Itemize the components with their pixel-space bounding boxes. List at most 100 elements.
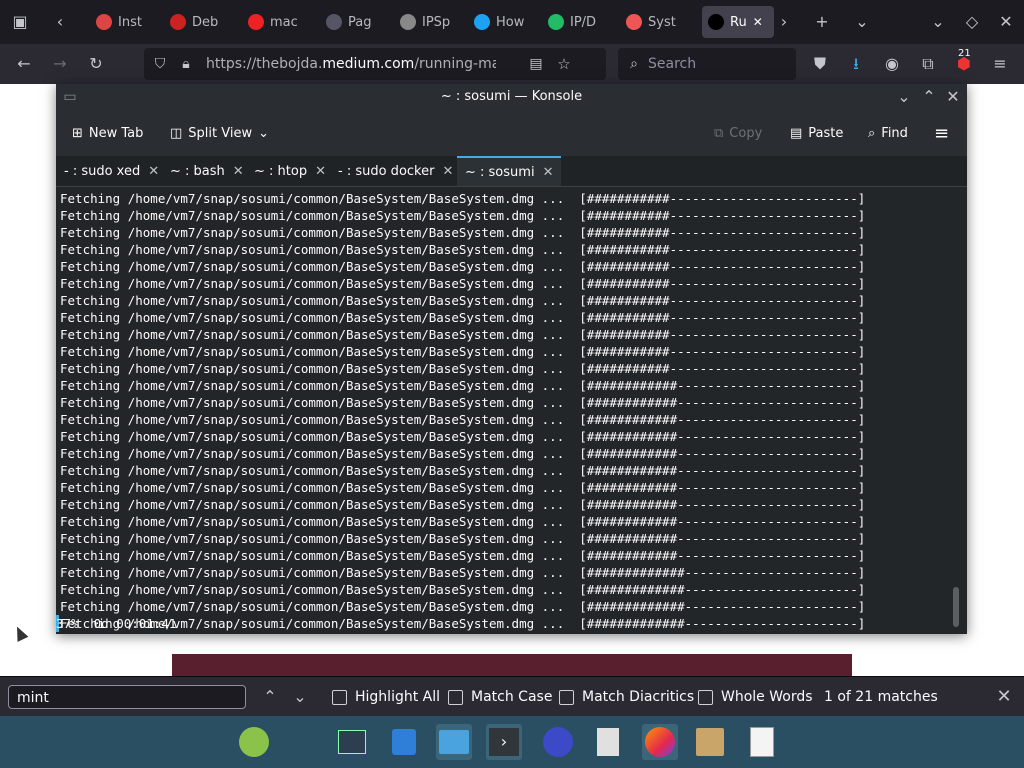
menu-icon[interactable]: ≡ bbox=[988, 52, 1012, 76]
document-icon[interactable] bbox=[590, 724, 626, 760]
konsole-tab[interactable]: - : sudo docker ✕ bbox=[330, 156, 461, 186]
browser-tab[interactable]: IPSp bbox=[400, 6, 462, 38]
find-button[interactable]: ⌕ Find bbox=[868, 118, 908, 148]
scroll-right-icon[interactable]: › bbox=[772, 10, 796, 34]
back-icon[interactable]: ← bbox=[12, 52, 36, 76]
whole-words-checkbox[interactable]: Whole Words bbox=[698, 689, 813, 705]
new-tab-button[interactable]: ⊞ New Tab bbox=[72, 118, 143, 148]
browser-tab[interactable]: Inst bbox=[96, 6, 158, 38]
tab-favicon-icon bbox=[626, 14, 642, 30]
konsole-tab[interactable]: ~ : bash ✕ bbox=[162, 156, 252, 186]
hamburger-menu-icon[interactable]: ≡ bbox=[934, 118, 949, 148]
tab-close-icon[interactable]: ✕ bbox=[543, 165, 554, 180]
mint-menu-icon[interactable] bbox=[236, 724, 272, 760]
files-icon[interactable] bbox=[436, 724, 472, 760]
match-diacritics-checkbox[interactable]: Match Diacritics bbox=[559, 689, 694, 705]
terminal-icon[interactable]: › bbox=[486, 724, 522, 760]
find-input[interactable]: mint bbox=[8, 685, 246, 709]
scrollbar[interactable] bbox=[953, 587, 959, 627]
account-icon[interactable]: ◉ bbox=[880, 52, 904, 76]
browser-tab[interactable]: Deb bbox=[170, 6, 232, 38]
terminal-line: Fetching /home/vm7/snap/sosumi/common/Ba… bbox=[60, 259, 866, 274]
search-input[interactable]: ⌕ Search bbox=[618, 48, 796, 80]
terminal-line: Fetching /home/vm7/snap/sosumi/common/Ba… bbox=[60, 429, 866, 444]
konsole-toolbar: ⊞ New Tab ◫ Split View ⌄ ⧉ Copy ▤ Paste ⌕ Find… bbox=[56, 110, 967, 156]
highlight-all-checkbox[interactable]: Highlight All bbox=[332, 689, 440, 705]
reload-icon[interactable]: ↻ bbox=[84, 52, 108, 76]
maximize-window-icon[interactable]: ◇ bbox=[960, 10, 984, 34]
match-count: 1 of 21 matches bbox=[824, 689, 938, 705]
tab-label: ~ : sosumi bbox=[465, 164, 535, 180]
reader-view-icon[interactable]: ▤ bbox=[524, 52, 548, 76]
tab-close-icon[interactable]: ✕ bbox=[315, 164, 326, 179]
scroll-left-icon[interactable]: ‹ bbox=[48, 10, 72, 34]
konsole-window: ▭ ~ : sosumi — Konsole ⌄ ⌃ ✕ ⊞ New Tab ◫ S… bbox=[56, 84, 967, 634]
tab-close-icon[interactable]: ✕ bbox=[148, 164, 159, 179]
tab-favicon-icon bbox=[708, 14, 724, 30]
find-label: Find bbox=[881, 125, 908, 141]
shield-icon[interactable]: ⛉ bbox=[148, 52, 172, 76]
terminal-line: Fetching /home/vm7/snap/sosumi/common/Ba… bbox=[60, 463, 866, 478]
tab-label: - : sudo xed bbox=[64, 163, 141, 179]
find-previous-icon[interactable]: ⌃ bbox=[258, 685, 282, 709]
browser-tab[interactable]: IP/D bbox=[548, 6, 610, 38]
paste-button[interactable]: ▤ Paste bbox=[790, 118, 843, 148]
tab-close-icon[interactable]: ✕ bbox=[233, 164, 244, 179]
browser-tab-label: Ru bbox=[730, 14, 747, 30]
terminal-line: Fetching /home/vm7/snap/sosumi/common/Ba… bbox=[60, 378, 866, 393]
browser-nav-bar: ← → ↻ ⛉ 🔒︎ https://thebojda.medium.com/r… bbox=[0, 44, 1024, 84]
settings-icon[interactable] bbox=[334, 724, 370, 760]
extensions-icon[interactable]: ⧉ bbox=[916, 52, 940, 76]
browser-tab[interactable]: Syst bbox=[626, 6, 688, 38]
url-bar[interactable]: ⛉ 🔒︎ https://thebojda.medium.com/running… bbox=[144, 48, 606, 80]
copy-button[interactable]: ⧉ Copy bbox=[714, 118, 762, 148]
bookmark-star-icon[interactable]: ☆ bbox=[552, 52, 576, 76]
terminal-line: Fetching /home/vm7/snap/sosumi/common/Ba… bbox=[60, 344, 866, 359]
browser-tab[interactable]: mac bbox=[248, 6, 310, 38]
minimize-window-icon[interactable]: ⌄ bbox=[926, 10, 950, 34]
fedora-icon[interactable] bbox=[540, 724, 576, 760]
terminal-output[interactable]: Fetching /home/vm7/snap/sosumi/common/Ba… bbox=[56, 187, 967, 633]
archive-icon[interactable] bbox=[692, 724, 728, 760]
terminal-line: Fetching /home/vm7/snap/sosumi/common/Ba… bbox=[60, 446, 866, 461]
lock-icon[interactable]: 🔒︎ bbox=[174, 52, 198, 76]
tab-list-icon[interactable]: ⌄ bbox=[850, 10, 874, 34]
terminal-line: Fetching /home/vm7/snap/sosumi/common/Ba… bbox=[60, 327, 866, 342]
forward-icon[interactable]: → bbox=[48, 52, 72, 76]
close-icon[interactable]: ✕ bbox=[941, 85, 965, 109]
window-title: ~ : sosumi — Konsole bbox=[440, 89, 583, 104]
url-text[interactable]: https://thebojda.medium.com/running-maco… bbox=[206, 48, 496, 80]
find-next-icon[interactable]: ⌄ bbox=[288, 685, 312, 709]
tab-close-icon[interactable]: ✕ bbox=[753, 15, 763, 29]
checkbox-label: Highlight All bbox=[355, 689, 441, 705]
match-case-checkbox[interactable]: Match Case bbox=[448, 689, 552, 705]
terminal-line: Fetching /home/vm7/snap/sosumi/common/Ba… bbox=[60, 242, 866, 257]
checkbox-icon bbox=[448, 689, 463, 705]
split-view-button[interactable]: ◫ Split View ⌄ bbox=[170, 118, 269, 148]
tab-overview-icon[interactable]: ▣ bbox=[8, 10, 32, 34]
tab-favicon-icon bbox=[400, 14, 416, 30]
terminal-line: Fetching /home/vm7/snap/sosumi/common/Ba… bbox=[60, 548, 866, 563]
konsole-tab[interactable]: - : sudo xed ✕ bbox=[56, 156, 167, 186]
checkbox-label: Match Case bbox=[471, 689, 553, 705]
konsole-tab-active[interactable]: ~ : sosumi ✕ bbox=[457, 156, 562, 186]
software-icon[interactable] bbox=[386, 724, 422, 760]
close-window-icon[interactable]: ✕ bbox=[994, 10, 1018, 34]
browser-tab-label: IPSp bbox=[422, 14, 451, 30]
maximize-icon[interactable]: ⌃ bbox=[917, 85, 941, 109]
progress-status: 37% 0d 00:01:41 bbox=[56, 616, 177, 631]
text-editor-icon[interactable] bbox=[744, 724, 780, 760]
tab-close-icon[interactable]: ✕ bbox=[442, 164, 453, 179]
konsole-tab[interactable]: ~ : htop ✕ bbox=[246, 156, 334, 186]
browser-tab[interactable]: Ru ✕ bbox=[702, 6, 774, 38]
browser-tab[interactable]: How bbox=[474, 6, 536, 38]
window-titlebar[interactable]: ▭ ~ : sosumi — Konsole ⌄ ⌃ ✕ bbox=[56, 84, 967, 110]
firefox-icon[interactable] bbox=[642, 724, 678, 760]
konsole-tab-bar: - : sudo xed ✕ ~ : bash ✕ ~ : htop ✕ - : su… bbox=[56, 156, 967, 187]
new-tab-icon[interactable]: + bbox=[810, 10, 834, 34]
close-find-bar-icon[interactable]: ✕ bbox=[992, 685, 1016, 709]
pocket-icon[interactable]: ⛊ bbox=[808, 52, 832, 76]
downloads-icon[interactable]: ⭳ bbox=[844, 52, 868, 76]
browser-tab[interactable]: Pag bbox=[326, 6, 388, 38]
minimize-icon[interactable]: ⌄ bbox=[892, 85, 916, 109]
